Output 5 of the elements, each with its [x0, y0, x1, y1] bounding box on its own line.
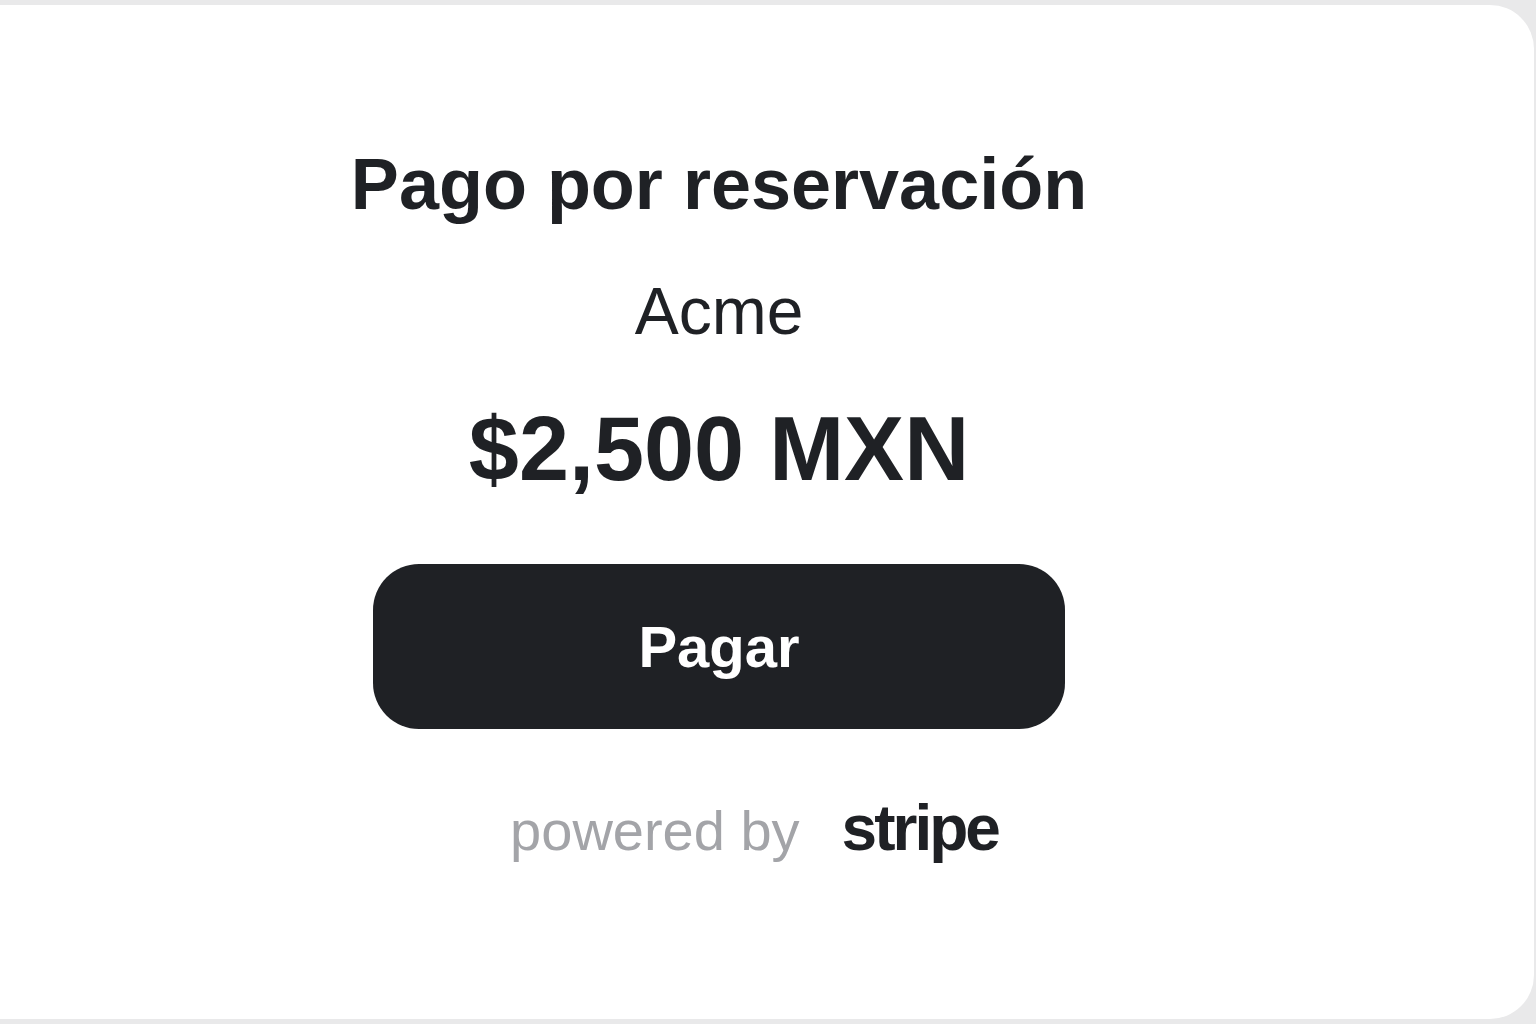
amount-text: $2,500 MXN: [468, 404, 970, 494]
pay-button[interactable]: Pagar: [373, 564, 1065, 729]
merchant-name: Acme: [634, 278, 804, 344]
brand-logo[interactable]: stripe: [841, 791, 998, 865]
powered-by-text: powered by: [510, 798, 800, 863]
